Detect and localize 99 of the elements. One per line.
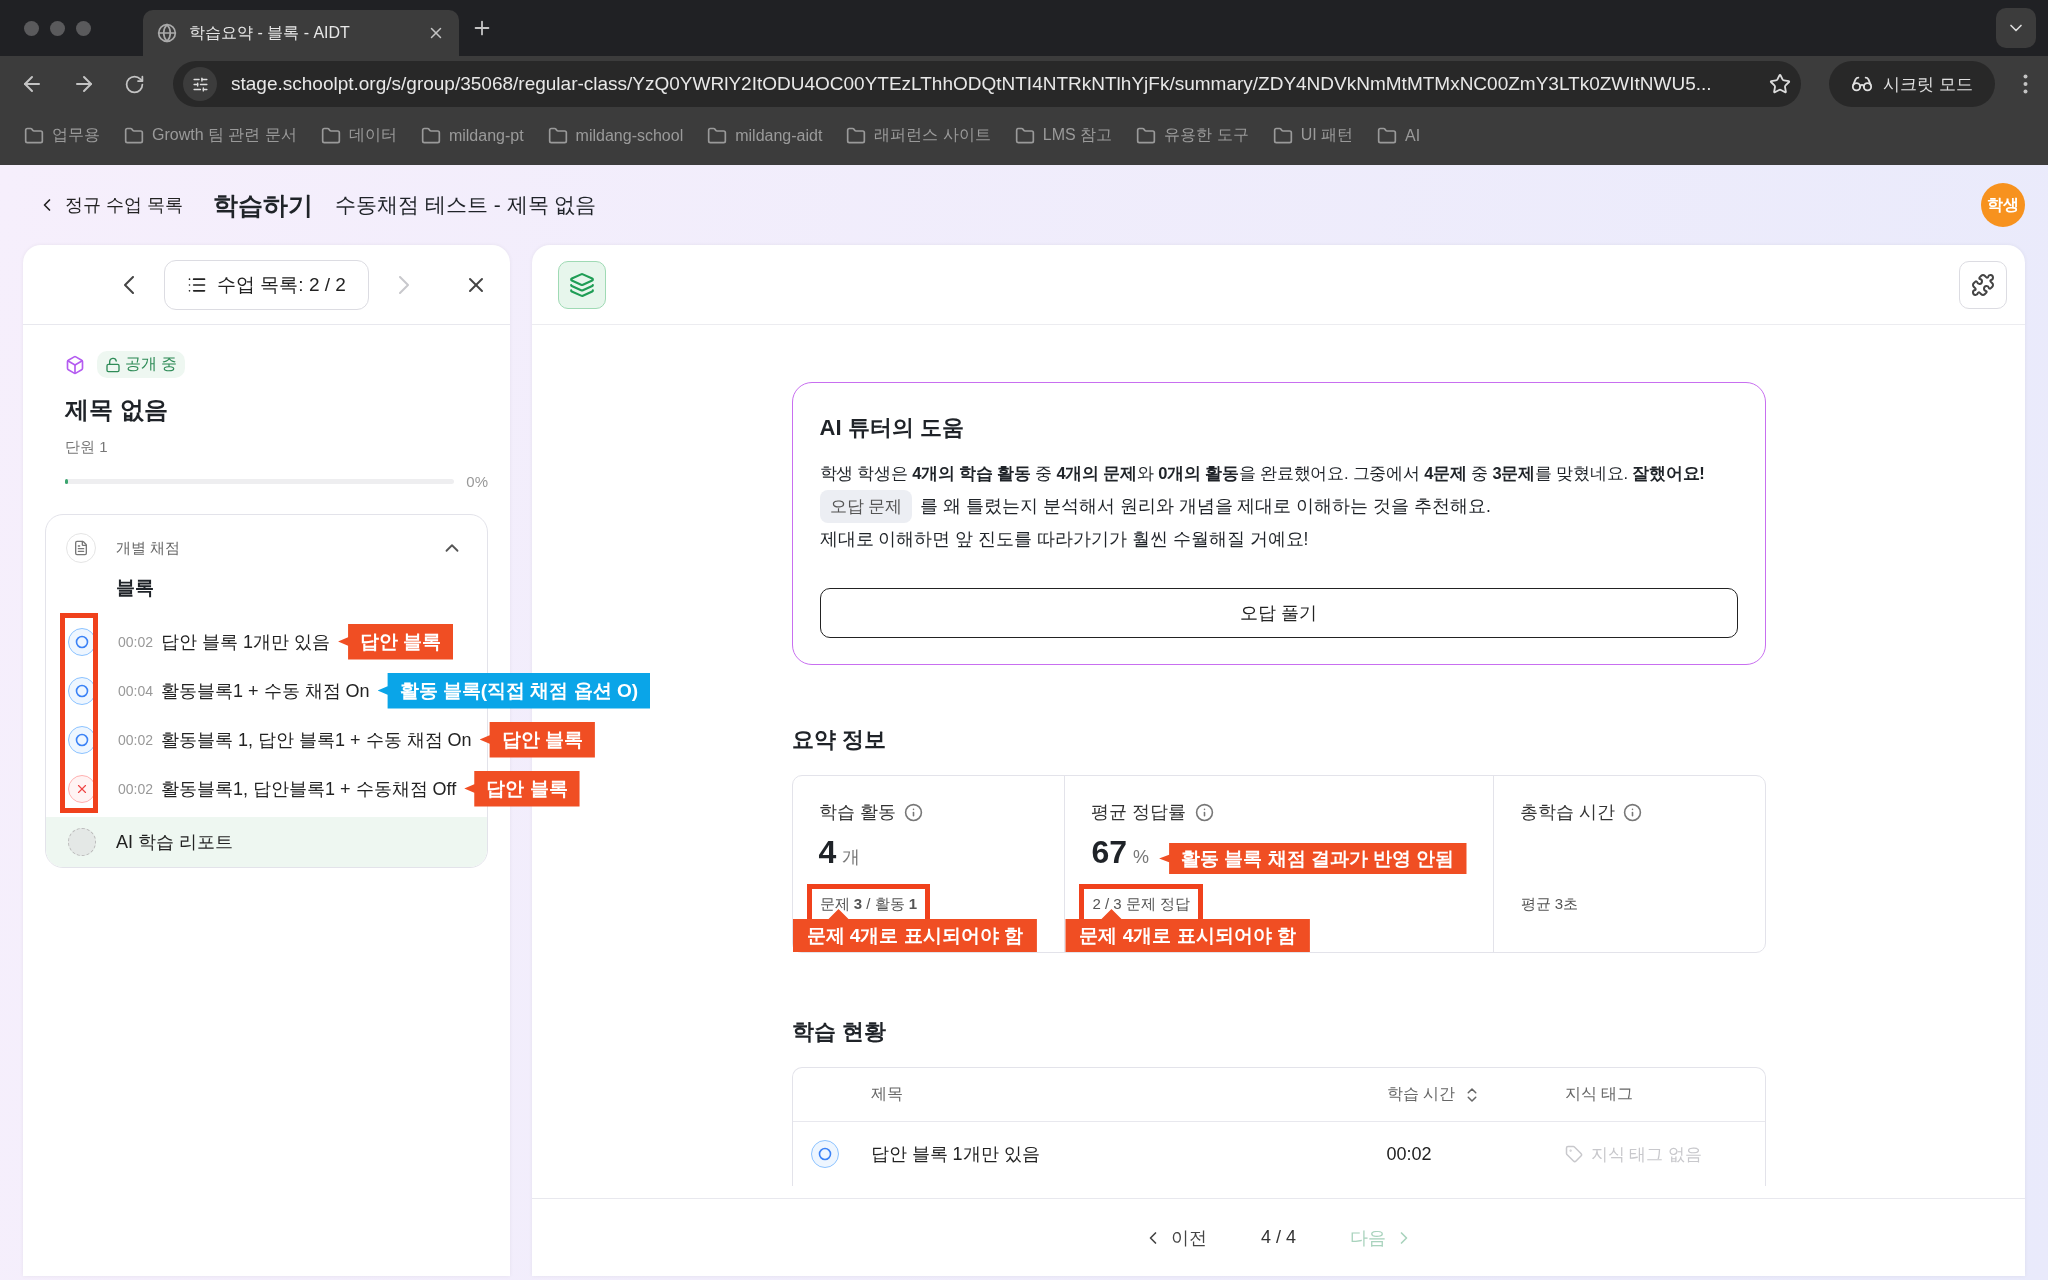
report-link[interactable]: AI 학습 리포트 [116,830,233,854]
folder-icon [124,125,144,146]
block-item-link[interactable]: 활동블록1 + 수동 채점 On [161,678,370,703]
annotation-callout: 답안 블록 [338,623,454,660]
cube-icon [65,354,85,375]
reload-button[interactable] [124,73,145,95]
annotation-callout: 활동 블록 채점 결과가 반영 안됨 [1159,843,1467,874]
bookmark-folder[interactable]: 데이터 [320,125,397,146]
lesson-title: 제목 없음 [65,395,169,425]
address-bar[interactable]: stage.schoolpt.org/s/group/35068/regular-class/YzQ0YWRlY2ItODU4OC00YTEzLThhODQtNTI4NTRkNTlhYjFk/summary/ZDY4NDVkNmMtMTMxNC00ZmY3LTk0ZWItNWU5... [173,61,1802,107]
column-header[interactable]: 학습 시간 [1386,1084,1565,1105]
table-cell-text: 답안 블록 1개만 있음 [870,1143,1041,1166]
pending-circle-icon [68,828,96,856]
stat-label: 평균 정답률 [1091,801,1187,824]
column-header: 제목 [870,1084,904,1104]
folder-icon [420,125,441,146]
folder-icon [320,125,341,146]
item-time: 00:02 [118,780,154,797]
bookmark-folder[interactable]: mildang-school [547,125,684,146]
folder-icon [547,125,568,146]
sliders-icon [191,75,209,93]
globe-icon [157,23,177,43]
page-title: 학습하기 [213,189,313,221]
star-icon [1769,73,1792,95]
stat-label: 총학습 시간 [1519,801,1615,824]
block-item-link[interactable]: 활동블록 1, 답안 블록1 + 수동 채점 On [161,727,472,752]
folder-icon [846,125,867,146]
page-subtitle: 수동채점 테스트 - 제목 없음 [335,192,597,218]
layers-icon [569,271,595,298]
info-icon[interactable] [903,802,923,822]
window-close-dot[interactable] [24,20,39,36]
tutor-advice: 를 왜 틀렸는지 분석해서 원리와 개념을 제대로 이해하는 것을 추천해요. [920,495,1491,518]
stat-unit: 개 [842,846,861,869]
item-time: 00:04 [118,682,154,699]
layers-check-button[interactable] [558,260,606,309]
bookmark-folder[interactable]: Growth 팀 관련 문서 [124,125,297,146]
info-icon[interactable] [1194,802,1214,822]
menu-button[interactable] [2023,74,2028,94]
block-item-link[interactable]: 활동블록1, 답안블록1 + 수동채점 Off [161,776,457,801]
card-title: AI 튜터의 도움 [819,414,965,442]
stat-unit: % [1133,847,1150,868]
previous-lesson-button[interactable] [124,275,135,294]
tag-icon [1564,1145,1583,1163]
unit-label: 단원 1 [65,438,109,457]
item-time: 00:02 [118,731,154,748]
grading-type-label: 개별 채점 [116,538,182,558]
retry-wrong-button[interactable]: 오답 풀기 [819,588,1738,638]
lesson-list-button[interactable]: 수업 목록: 2 / 2 [164,259,369,310]
folder-icon [1272,125,1293,146]
folder-icon [1014,125,1035,146]
bookmark-folder[interactable]: mildang-pt [420,125,524,146]
stat-label: 학습 활동 [818,801,896,824]
column-header: 지식 태그 [1564,1084,1634,1104]
folder-icon [1377,125,1398,146]
item-time: 00:02 [118,633,154,650]
wrong-answer-chip: 오답 문제 [819,490,913,523]
bookmark-folder[interactable]: 유용한 도구 [1136,125,1249,146]
public-status-badge: 공개 중 [97,351,186,378]
browser-tab[interactable]: 학습요약 - 블록 - AIDT [143,10,459,56]
bookmark-folder[interactable]: mildang-aidt [707,125,823,146]
info-icon[interactable] [1622,802,1642,822]
bookmark-star-button[interactable] [1769,73,1792,95]
annotation-callout: 답안 블록 [479,721,595,758]
section-heading: 요약 정보 [791,726,887,754]
annotation-callout: 답안 블록 [464,770,580,807]
reload-icon [124,73,145,95]
bookmark-folder[interactable]: 업무용 [24,125,100,146]
bookmark-folder[interactable]: 래퍼런스 사이트 [846,125,991,146]
folder-icon [24,125,44,146]
window-zoom-dot[interactable] [76,20,91,36]
folder-icon [1136,125,1157,146]
section-title: 블록 [116,576,155,600]
page-indicator: 4 / 4 [1261,1227,1296,1248]
unlock-icon [105,356,121,373]
more-icon [2023,74,2028,94]
incognito-button[interactable]: 시크릿 모드 [1829,61,1995,107]
annotation-callout: 활동 블록(직접 채점 옵션 O) [377,672,651,709]
back-link[interactable]: 정규 수업 목록 [37,193,183,217]
window-minimize-dot[interactable] [50,20,65,36]
document-glyph-icon [73,540,89,556]
bookmark-folder[interactable]: UI 패턴 [1272,125,1354,146]
bookmark-folder[interactable]: AI [1377,125,1421,146]
chevron-left-icon [124,275,135,294]
folder-icon [707,125,728,146]
chevron-right-icon [398,275,409,294]
bookmark-folder[interactable]: LMS 참고 [1014,125,1113,146]
tutor-closing: 제대로 이해하면 앞 진도를 따라가기가 훨씬 수월해질 거예요! [819,528,1309,551]
tutor-message: 학생 학생은 4개의 학습 활동 중 4개의 문제와 0개의 활동을 완료했어요. 그중에서 4문제 중 3문제를 맞혔네요. 잘했어요! [819,463,1706,484]
stat-value: 67 [1091,834,1128,871]
stat-value: 4 [818,834,837,871]
puzzle-button[interactable] [1959,260,2007,309]
block-item-link[interactable]: 답안 블록 1개만 있음 [161,629,331,654]
site-info-button[interactable] [183,67,217,101]
progress-reading: 0% [466,473,488,490]
section-heading: 학습 현황 [791,1018,887,1046]
previous-page-button[interactable]: 이전 [1137,1224,1213,1251]
table-cell-text: 00:02 [1386,1143,1433,1165]
puzzle-icon [1971,272,1995,297]
stat-detail: 평균 3초 [1519,894,1579,914]
